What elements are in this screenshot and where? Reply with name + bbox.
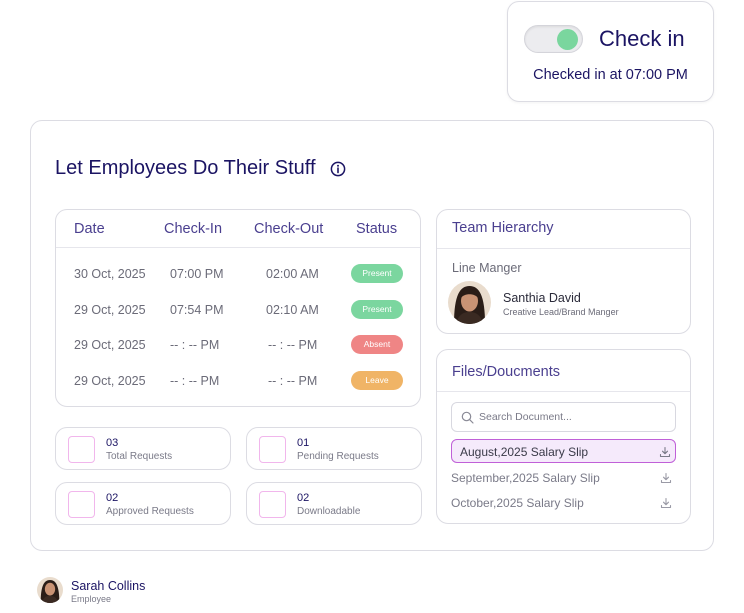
search-input[interactable] [479,403,669,431]
file-name: September,2025 Salary Slip [451,471,600,485]
toggle-knob [557,29,578,50]
files-header: Files/Doucments [437,350,690,392]
checkin-label: Check in [599,26,685,51]
row-check-in: -- : -- PM [170,374,220,388]
checkin-card: Check in Checked in at 07:00 PM [507,1,714,102]
status-badge: Absent [351,335,403,354]
column-header-status: Status [356,221,398,237]
manager-role: Creative Lead/Brand Manger [503,307,619,317]
files-title: Files/Doucments [452,364,560,380]
file-item[interactable]: September,2025 Salary Slip [451,466,676,490]
table-row: 29 Oct, 2025 07:54 PM 02:10 AM Present [56,296,420,326]
file-item[interactable]: October,2025 Salary Slip [451,491,676,515]
stat-icon-box [68,436,95,463]
column-header-date: Date [74,221,105,237]
row-date: 30 Oct, 2025 [74,267,146,281]
team-hierarchy-title: Team Hierarchy [452,220,554,236]
stat-count: 02 [297,492,310,504]
table-row: 29 Oct, 2025 -- : -- PM -- : -- PM Absen… [56,331,420,361]
row-date: 29 Oct, 2025 [74,303,146,317]
row-check-in: -- : -- PM [170,338,220,352]
manager-avatar [448,281,491,324]
row-check-out: 02:10 AM [266,303,319,317]
download-icon[interactable] [660,497,672,509]
status-badge: Present [351,300,403,319]
checkin-status-text: Checked in at 07:00 PM [533,67,688,83]
table-header: Date Check-In Check-Out Status [56,210,420,248]
search-icon [461,411,474,424]
row-check-in: 07:00 PM [170,267,224,281]
stat-count: 02 [106,492,119,504]
status-badge: Leave [351,371,403,390]
line-manager-label: Line Manger [452,261,522,275]
row-check-out: -- : -- PM [268,374,318,388]
stat-approved-requests[interactable]: 02 Approved Requests [55,482,231,525]
row-date: 29 Oct, 2025 [74,338,146,352]
checkin-toggle[interactable] [524,25,583,53]
info-icon[interactable] [330,161,346,177]
files-card: Files/Doucments August,2025 Salary Slip … [436,349,691,524]
stat-icon-box [259,436,286,463]
table-row: 29 Oct, 2025 -- : -- PM -- : -- PM Leave [56,367,420,397]
user-avatar[interactable] [37,577,63,603]
stat-count: 01 [297,437,310,449]
stat-count: 03 [106,437,119,449]
stat-total-requests[interactable]: 03 Total Requests [55,427,231,470]
user-name: Sarah Collins [71,579,146,593]
column-header-check-in: Check-In [164,221,223,237]
stat-pending-requests[interactable]: 01 Pending Requests [246,427,422,470]
stat-label: Total Requests [106,451,173,462]
table-row: 30 Oct, 2025 07:00 PM 02:00 AM Present [56,260,420,290]
stat-label: Approved Requests [106,506,194,517]
user-avatar-image [37,577,63,603]
file-name: October,2025 Salary Slip [451,496,584,510]
download-icon[interactable] [659,446,671,458]
stat-label: Downloadable [297,506,361,517]
column-header-check-out: Check-Out [254,221,324,237]
team-hierarchy-card: Team Hierarchy Line Manger Santhia David… [436,209,691,334]
manager-name: Santhia David [503,291,581,305]
file-name: August,2025 Salary Slip [460,445,589,459]
row-check-out: 02:00 AM [266,267,319,281]
stat-icon-box [259,491,286,518]
stat-icon-box [68,491,95,518]
row-date: 29 Oct, 2025 [74,374,146,388]
download-icon[interactable] [660,472,672,484]
status-badge: Present [351,264,403,283]
team-hierarchy-header: Team Hierarchy [437,210,690,249]
user-role: Employee [71,594,112,604]
row-check-in: 07:54 PM [170,303,224,317]
stat-label: Pending Requests [297,451,379,462]
panel-title: Let Employees Do Their Stuff [55,157,316,179]
employee-panel: Let Employees Do Their Stuff Date Check-… [30,120,714,551]
manager-avatar-image [448,281,491,324]
document-search[interactable] [451,402,676,432]
row-check-out: -- : -- PM [268,338,318,352]
attendance-table: Date Check-In Check-Out Status 30 Oct, 2… [55,209,421,407]
file-item[interactable]: August,2025 Salary Slip [451,439,676,463]
stat-downloadable[interactable]: 02 Downloadable [246,482,422,525]
